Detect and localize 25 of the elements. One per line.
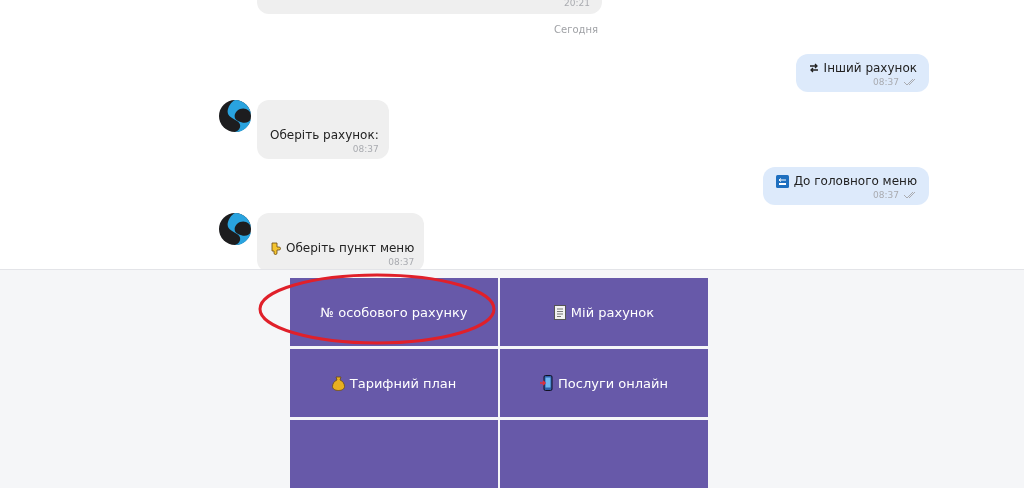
date-separator: Сегодня (554, 24, 598, 37)
double-check-icon (903, 78, 917, 86)
money-bag-icon (331, 375, 345, 391)
keyboard-key[interactable] (500, 420, 708, 488)
pointing-hand-icon (270, 241, 281, 255)
keyboard-key[interactable]: Мій рахунок (500, 278, 708, 346)
message-text: Оберіть рахунок: (270, 128, 379, 142)
message-time: 20:21 (564, 0, 590, 8)
message-text: До головного меню (793, 174, 917, 188)
message-text: Оберіть пункт меню (286, 241, 415, 255)
message-time: 08:37 (873, 77, 899, 87)
keyboard-key[interactable]: Послуги онлайн (500, 349, 708, 417)
message-time: 08:37 (873, 190, 899, 200)
logo-avatar (219, 100, 251, 132)
document-icon (553, 304, 566, 320)
double-check-icon (903, 191, 917, 199)
message-time: 08:37 (388, 257, 415, 267)
message-time: 08:37 (352, 144, 379, 154)
swap-arrows-icon (808, 63, 819, 73)
keyboard-key[interactable]: Тарифний план (290, 349, 498, 417)
keyboard-key[interactable] (290, 420, 498, 488)
message-text: Інший рахунок (823, 61, 917, 75)
keyboard-key[interactable]: № особового рахунку (290, 278, 498, 346)
back-sign-icon (775, 174, 789, 188)
logo-avatar (219, 213, 251, 245)
